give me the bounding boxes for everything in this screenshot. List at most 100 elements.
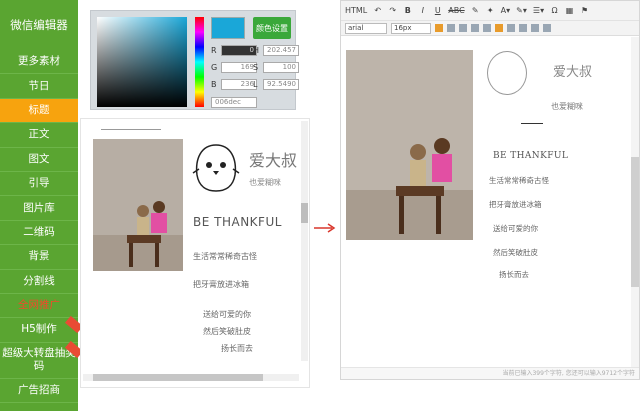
sidebar-item-guide[interactable]: 引导 — [0, 172, 78, 197]
author-tagline: 也爱糊咪 — [551, 102, 583, 111]
font-family-select[interactable]: arial — [345, 22, 387, 34]
emoji-icon[interactable] — [507, 24, 515, 32]
hex-input[interactable]: 006dec — [211, 97, 257, 108]
editor-toolbar-row-2: arial 16px — [341, 21, 639, 36]
input-h[interactable]: 202.457 — [263, 45, 299, 56]
image-icon[interactable] — [495, 24, 503, 32]
vertical-scrollbar[interactable] — [301, 121, 308, 361]
sidebar-item-h5[interactable]: H5制作 — [0, 316, 84, 343]
field-h: H 202.457 — [253, 45, 299, 56]
attachment-icon[interactable] — [543, 24, 551, 32]
sidebar-item-qrcode[interactable]: 二维码 — [0, 221, 78, 246]
author-name: 爱大叔 — [553, 65, 593, 80]
character-count-status: 当前已输入399个字符, 您还可以输入9712个字符 — [341, 367, 639, 379]
sidebar-item-lottery[interactable]: 超级大转盘抽奖码 — [0, 340, 84, 379]
sidebar-item-image-library[interactable]: 图片库 — [0, 196, 78, 221]
poem-line: 把牙膏放进冰箱 — [489, 200, 542, 209]
kids-photo — [93, 139, 183, 271]
list-button[interactable]: ☰▾ — [533, 6, 544, 15]
sidebar-item-festival[interactable]: 节日 — [0, 74, 78, 99]
html-source-button[interactable]: HTML — [345, 6, 367, 15]
sidebar-item-title[interactable]: 标题 — [0, 98, 78, 124]
poem-line: 扬长而去 — [221, 344, 253, 353]
sidebar-item-lottery-label: 超级大转盘抽奖码 — [2, 347, 76, 373]
input-r[interactable]: 0 — [221, 45, 257, 56]
redo-icon[interactable]: ↷ — [388, 6, 397, 15]
poem-line: 生活常常稀奇古怪 — [193, 252, 257, 261]
sidebar-item-background[interactable]: 背景 — [0, 245, 78, 270]
sidebar-item-divider[interactable]: 分割线 — [0, 270, 78, 294]
current-color-swatch — [211, 17, 245, 39]
vertical-scroll-thumb[interactable] — [631, 157, 639, 287]
video-icon[interactable] — [519, 24, 527, 32]
input-g[interactable]: 169 — [221, 62, 257, 73]
poem-line: 然后笑破肚皮 — [203, 327, 251, 336]
editor-toolbar-row-1: HTML ↶ ↷ B I U ABC ✎ ✦ A▾ ✎▾ ☰▾ Ω ▦ ⚑ — [341, 1, 639, 21]
italic-button[interactable]: I — [418, 6, 427, 15]
input-b[interactable]: 236 — [221, 79, 257, 90]
special-char-icon[interactable]: Ω — [550, 6, 559, 15]
mascot-icon — [192, 144, 240, 192]
divider-line — [521, 123, 543, 124]
sidebar-item-more-materials[interactable]: 更多素材 — [0, 50, 78, 75]
color-set-button[interactable]: 颜色设置 — [253, 17, 291, 39]
font-size-select[interactable]: 16px — [391, 22, 431, 34]
field-g: G 169 — [211, 62, 257, 73]
left-editor-panel: 微信编辑器 更多素材 节日 标题 正文 图文 引导 图片库 二维码 背景 分割线… — [0, 0, 312, 411]
map-icon[interactable] — [531, 24, 539, 32]
sidebar-item-body-text[interactable]: 正文 — [0, 123, 78, 148]
sidebar: 微信编辑器 更多素材 节日 标题 正文 图文 引导 图片库 二维码 背景 分割线… — [0, 0, 84, 411]
color-picker: 颜色设置 R 0 H 202.457 G 169 S 100 B 236 L 9… — [90, 10, 299, 110]
hue-slider[interactable] — [195, 17, 204, 107]
arrow-right-icon — [314, 223, 336, 233]
binoculars-icon[interactable]: ⚑ — [580, 6, 589, 15]
author-tagline: 也爱糊咪 — [249, 178, 281, 187]
label-h: H — [253, 46, 260, 55]
mascot-icon — [487, 51, 527, 95]
table-icon[interactable]: ▦ — [565, 6, 574, 15]
rich-text-editor: HTML ↶ ↷ B I U ABC ✎ ✦ A▾ ✎▾ ☰▾ Ω ▦ ⚑ ar… — [340, 0, 640, 380]
align-justify-icon[interactable] — [471, 24, 479, 32]
template-preview[interactable]: 爱大叔 也爱糊咪 BE THANKFUL 生活常常稀奇古怪 把牙膏放进冰箱 送给… — [80, 118, 310, 388]
poem-line: 把牙膏放进冰箱 — [193, 280, 249, 289]
vertical-scroll-thumb[interactable] — [301, 203, 308, 223]
saturation-value-area[interactable] — [97, 17, 187, 107]
heading-thankful: BE THANKFUL — [493, 151, 569, 161]
label-l: L — [253, 80, 258, 89]
link-icon[interactable] — [483, 24, 491, 32]
align-right-icon[interactable] — [459, 24, 467, 32]
field-s: S 100 — [253, 62, 299, 73]
horizontal-scroll-thumb[interactable] — [93, 374, 263, 381]
poem-line: 扬长而去 — [499, 270, 529, 279]
label-g: G — [211, 63, 218, 72]
kids-photo — [346, 50, 473, 240]
sidebar-item-ads[interactable]: 广告招商 — [0, 379, 78, 404]
undo-icon[interactable]: ↶ — [373, 6, 382, 15]
label-b: B — [211, 80, 217, 89]
underline-button[interactable]: U — [433, 6, 442, 15]
poem-line: 送给可爱的你 — [493, 224, 538, 233]
poem-line: 然后笑破肚皮 — [493, 248, 538, 257]
font-color-button[interactable]: A▾ — [501, 6, 511, 15]
sidebar-item-h5-label: H5制作 — [21, 323, 57, 336]
sidebar-logo: 微信编辑器 — [10, 18, 68, 32]
heading-thankful: BE THANKFUL — [193, 215, 282, 229]
label-r: R — [211, 46, 217, 55]
bold-button[interactable]: B — [403, 6, 412, 15]
sidebar-item-promotion[interactable]: 全网推广 — [0, 294, 78, 319]
author-name: 爱大叔 — [249, 151, 298, 170]
poem-line: 生活常常稀奇古怪 — [489, 176, 549, 185]
input-s[interactable]: 100 — [263, 62, 299, 73]
input-l[interactable]: 92.5490 — [263, 79, 299, 90]
field-l: L 92.5490 — [253, 79, 299, 90]
align-center-icon[interactable] — [447, 24, 455, 32]
highlight-color-button[interactable]: ✎▾ — [516, 6, 527, 15]
align-left-icon[interactable] — [435, 24, 443, 32]
divider-line — [101, 129, 161, 130]
strikethrough-button[interactable]: ABC — [448, 6, 464, 15]
clear-format-icon[interactable]: ✦ — [486, 6, 495, 15]
editor-content-area[interactable]: 爱大叔 也爱糊咪 BE THANKFUL 生活常常稀奇古怪 把牙膏放进冰箱 送给… — [341, 37, 639, 367]
sidebar-item-image-text[interactable]: 图文 — [0, 148, 78, 172]
field-b: B 236 — [211, 79, 257, 90]
format-brush-icon[interactable]: ✎ — [471, 6, 480, 15]
